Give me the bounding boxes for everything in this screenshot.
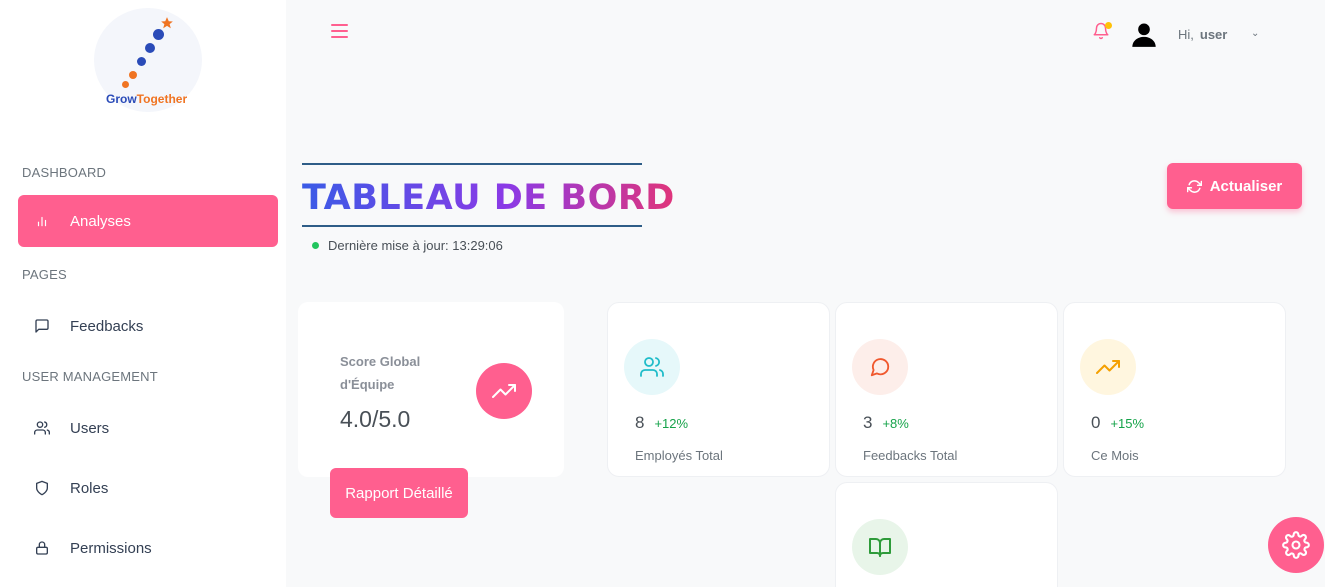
sidebar-item-analyses[interactable]: Analyses — [18, 195, 278, 247]
score-label: Score Global d'Équipe — [340, 354, 421, 392]
username: user — [1199, 27, 1228, 42]
section-label-pages: PAGES — [22, 267, 67, 282]
score-value: 4.0/5.0 — [340, 406, 411, 432]
shield-icon — [34, 480, 50, 496]
stat-card-this-month: 0 +15% Ce Mois — [1063, 302, 1286, 477]
sidebar-item-label: Roles — [70, 479, 109, 497]
sidebar-item-label: Users — [70, 419, 110, 437]
stat-card-employees: 8 +12% Employés Total — [607, 302, 830, 477]
book-open-icon — [852, 519, 908, 575]
stat-card-learning — [835, 482, 1058, 587]
users-icon — [624, 339, 680, 395]
users-icon — [34, 420, 50, 436]
refresh-button[interactable]: Actualiser — [1167, 163, 1302, 209]
stat-value: 3 +8% — [863, 413, 909, 432]
detailed-report-button[interactable]: Rapport Détaillé — [330, 468, 468, 518]
chevron-down-icon[interactable]: ⌄ — [1251, 28, 1259, 39]
stat-delta: +15% — [1110, 416, 1145, 431]
stat-value: 0 +15% — [1091, 413, 1145, 432]
stat-label: Employés Total — [635, 448, 723, 463]
refresh-label: Actualiser — [1209, 177, 1283, 195]
stat-delta: +12% — [654, 416, 689, 431]
team-score-card: Score Global d'Équipe 4.0/5.0 — [298, 302, 564, 477]
lock-icon — [34, 540, 50, 556]
stat-card-feedbacks: 3 +8% Feedbacks Total — [835, 302, 1058, 477]
notification-badge — [1105, 22, 1112, 29]
sidebar-item-permissions[interactable]: Permissions — [18, 522, 278, 574]
menu-toggle-icon[interactable] — [331, 24, 349, 38]
trending-up-icon — [476, 363, 532, 419]
notification-bell-icon[interactable] — [1092, 22, 1112, 42]
message-square-icon — [34, 318, 50, 334]
user-avatar-icon[interactable] — [1130, 20, 1158, 48]
last-update-text: Dernière mise à jour: 13:29:06 — [328, 238, 503, 253]
section-label-user-management: USER MANAGEMENT — [22, 369, 158, 384]
settings-gear-icon[interactable] — [1268, 517, 1324, 573]
trending-up-icon — [1080, 339, 1136, 395]
stat-label: Feedbacks Total — [863, 448, 958, 463]
brand-logo[interactable]: GrowTogether — [94, 8, 202, 112]
sidebar-item-label: Permissions — [70, 539, 152, 557]
message-circle-icon — [852, 339, 908, 395]
stat-label: Ce Mois — [1091, 448, 1139, 463]
sidebar-item-users[interactable]: Users — [18, 402, 278, 454]
page-title: TABLEAU DE BORD — [302, 178, 675, 218]
section-label-dashboard: DASHBOARD — [22, 165, 107, 180]
user-greeting[interactable]: Hi, user — [1178, 27, 1227, 42]
stat-delta: +8% — [882, 416, 909, 431]
star-icon — [161, 17, 173, 29]
sidebar: GrowTogether DASHBOARD Analyses PAGES Fe… — [0, 0, 286, 587]
status-dot — [312, 242, 319, 249]
last-update-status: Dernière mise à jour: 13:29:06 — [312, 238, 503, 253]
brand-name: GrowTogether — [106, 92, 188, 106]
stat-value: 8 +12% — [635, 413, 689, 432]
refresh-icon — [1186, 179, 1202, 194]
bar-chart-icon — [34, 213, 50, 229]
sidebar-item-label: Feedbacks — [70, 317, 144, 335]
page-title-block: TABLEAU DE BORD — [302, 163, 674, 227]
sidebar-item-feedbacks[interactable]: Feedbacks — [18, 300, 278, 352]
sidebar-item-label: Analyses — [70, 212, 131, 230]
sidebar-item-roles[interactable]: Roles — [18, 462, 278, 514]
